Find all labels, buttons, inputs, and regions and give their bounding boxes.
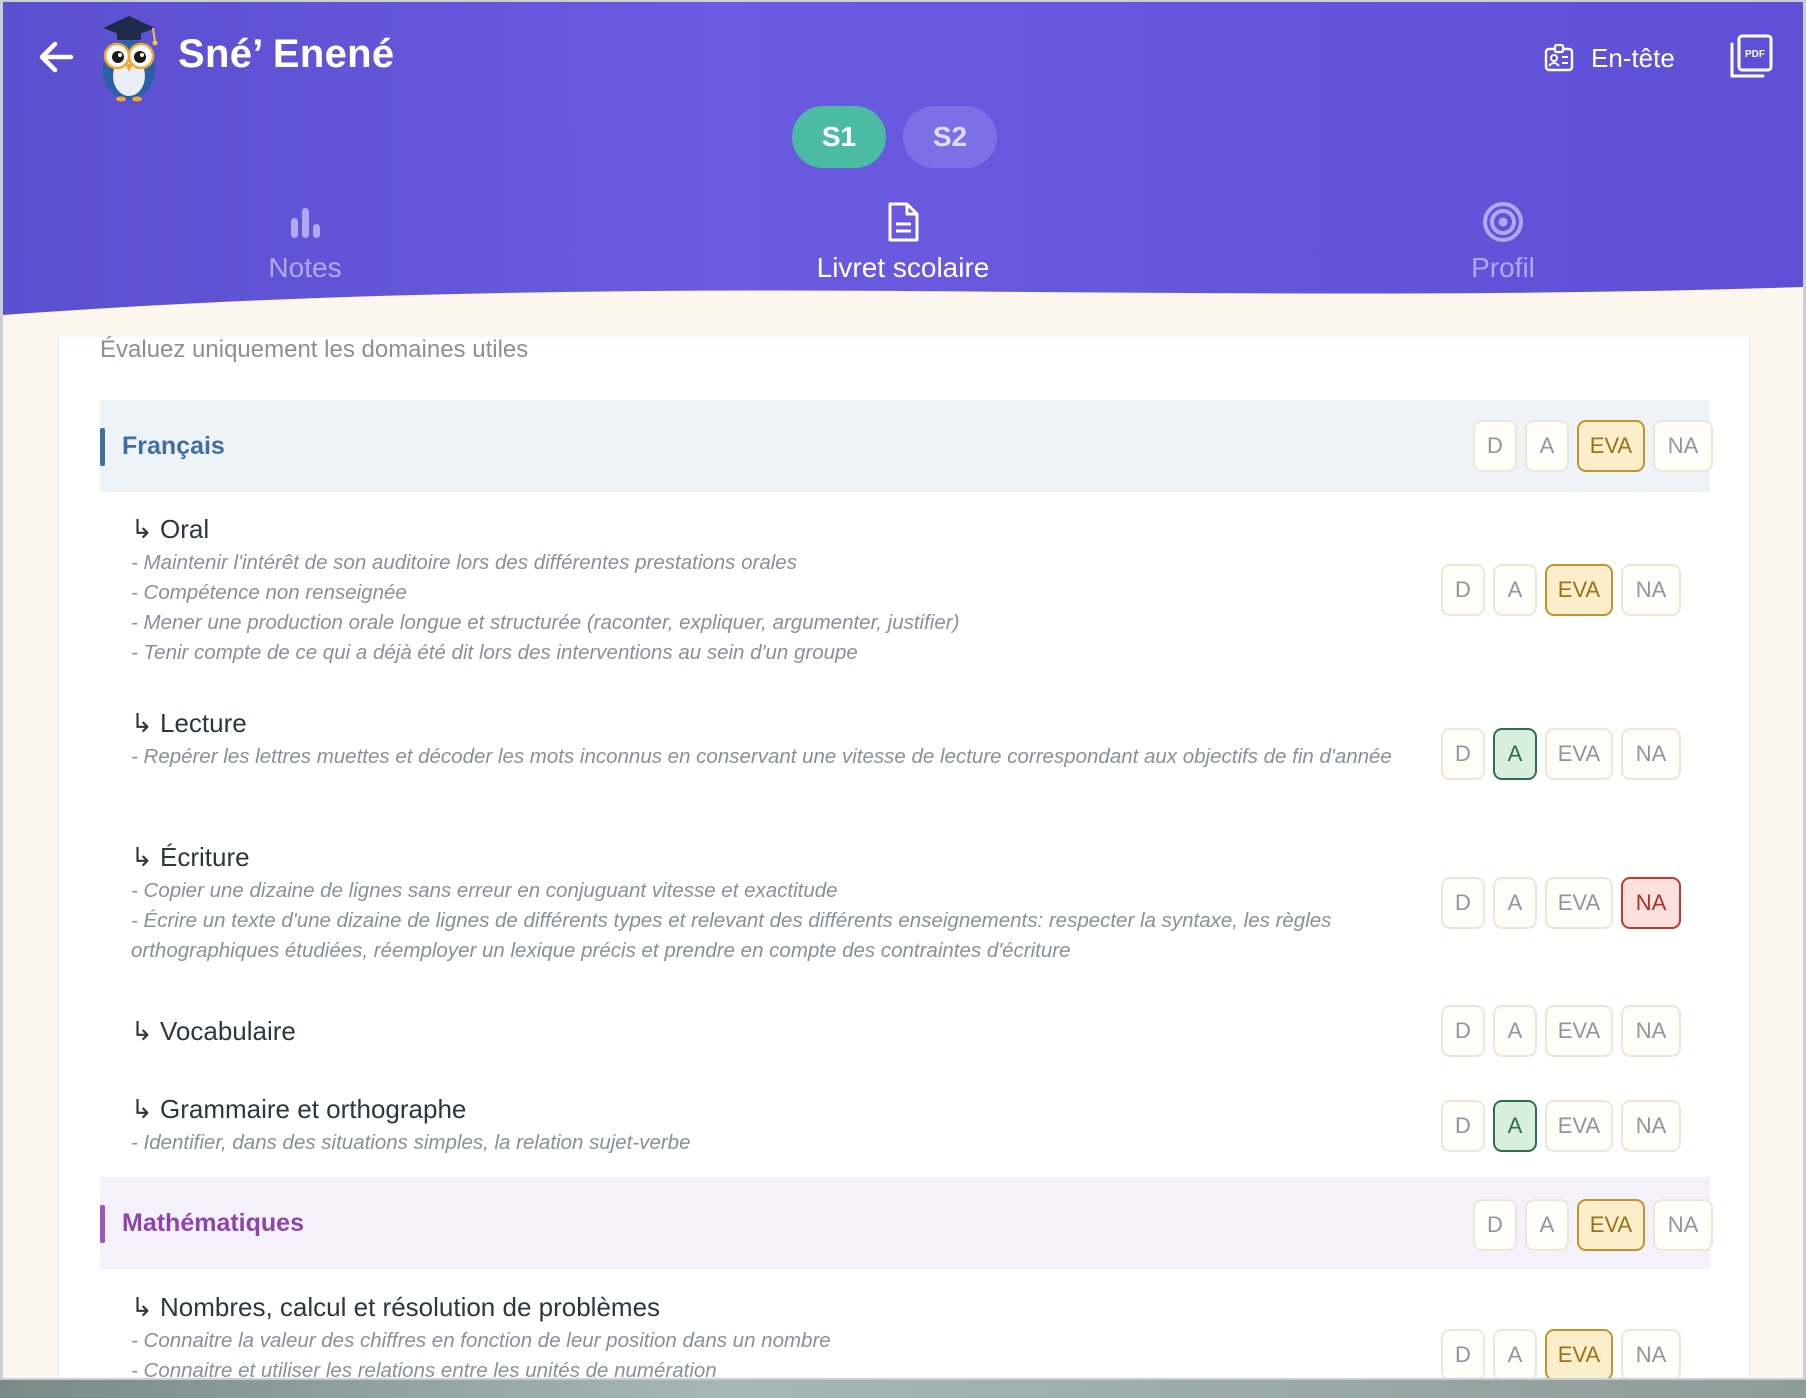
semester-s2-button[interactable]: S2 [903,106,997,168]
grade-eva-button[interactable]: EVA [1545,564,1613,616]
entete-label: En-tête [1591,42,1675,73]
grade-na-button[interactable]: NA [1621,728,1681,780]
competence-line: - Compétence non renseignée [131,581,407,604]
competence-line: - Maintenir l'intérêt de son auditoire l… [131,551,797,574]
domain-accent-bar [100,1205,105,1243]
domain-title-francais: Français [122,432,225,460]
target-icon [1483,202,1523,242]
subdomain-title: ↳ Nombres, calcul et résolution de probl… [131,1292,661,1322]
competence-line: - Connaitre et utiliser les relations en… [131,1359,717,1378]
grade-na-button[interactable]: NA [1653,420,1713,472]
tab-livret-label: Livret scolaire [816,252,990,283]
bar-chart-icon [291,208,320,238]
subdomain-lecture: ↳ Lecture - Repérer les lettres muettes … [131,706,1421,772]
grade-na-button[interactable]: NA [1653,1199,1713,1251]
grade-d-button[interactable]: D [1473,420,1517,472]
id-card-icon [1544,43,1574,72]
grade-eva-button[interactable]: EVA [1545,1005,1613,1057]
subdomain-grammaire: ↳ Grammaire et orthographe - Identifier,… [131,1092,1431,1158]
domain-accent-bar [100,428,105,466]
grade-eva-button[interactable]: EVA [1545,1329,1613,1378]
subdomain-nombres-calcul: ↳ Nombres, calcul et résolution de probl… [131,1290,1431,1378]
pdf-icon[interactable]: PDF [1729,34,1773,80]
subdomain-title: ↳ Oral [131,514,210,544]
grade-na-button[interactable]: NA [1621,1100,1681,1152]
grade-d-button[interactable]: D [1441,564,1485,616]
grade-group-grammaire: D A EVA NA [1441,1100,1681,1152]
svg-text:PDF: PDF [1745,49,1765,60]
tab-livret-scolaire[interactable]: Livret scolaire [723,198,1083,284]
grade-d-button[interactable]: D [1441,877,1485,929]
competence-line: - Écrire un texte d'une dizaine de ligne… [131,909,1332,962]
grade-a-button[interactable]: A [1493,728,1537,780]
grade-group-vocabulaire: D A EVA NA [1441,1005,1681,1057]
grade-d-button[interactable]: D [1441,1329,1485,1378]
tab-notes-label: Notes [268,252,342,283]
grade-eva-button[interactable]: EVA [1545,1100,1613,1152]
semester-s1-button[interactable]: S1 [792,106,886,168]
domain-francais: Français [100,400,1710,492]
owl-avatar [103,16,158,102]
header-wave [3,287,1803,337]
competence-line: - Repérer les lettres muettes et décoder… [131,745,1392,768]
grade-d-button[interactable]: D [1441,1100,1485,1152]
desktop-taskbar-strip [0,1380,1806,1398]
grade-d-button[interactable]: D [1473,1199,1517,1251]
domain-mathematiques: Mathématiques [100,1177,1710,1269]
competence-line: - Copier une dizaine de lignes sans erre… [131,879,838,902]
grade-group-nombres-calcul: D A EVA NA [1441,1329,1681,1378]
grade-group-francais: D A EVA NA [1473,420,1713,472]
grade-na-button[interactable]: NA [1621,564,1681,616]
subdomain-title: ↳ Vocabulaire [131,1016,296,1046]
grade-a-button[interactable]: A [1493,877,1537,929]
tab-notes[interactable]: Notes [125,198,485,284]
domain-title-mathematiques: Mathématiques [122,1209,304,1237]
grade-a-button[interactable]: A [1493,1005,1537,1057]
grade-group-lecture: D A EVA NA [1441,728,1681,780]
subdomain-title: ↳ Écriture [131,842,250,872]
app-window: Sné’ Enené En-tête PDF S1 S2 Notes Livre… [3,2,1803,1378]
grade-a-button[interactable]: A [1493,1329,1537,1378]
back-arrow-icon[interactable] [31,32,81,82]
grade-eva-button[interactable]: EVA [1577,420,1645,472]
grade-d-button[interactable]: D [1441,728,1485,780]
grade-a-button[interactable]: A [1493,1100,1537,1152]
grade-eva-button[interactable]: EVA [1545,728,1613,780]
grade-na-button[interactable]: NA [1621,877,1681,929]
document-icon [888,202,919,242]
hint-text: Évaluez uniquement les domaines utiles [100,336,529,363]
grade-eva-button[interactable]: EVA [1545,877,1613,929]
grade-eva-button[interactable]: EVA [1577,1199,1645,1251]
grade-group-ecriture: D A EVA NA [1441,877,1681,929]
subdomain-ecriture: ↳ Écriture - Copier une dizaine de ligne… [131,840,1431,966]
subdomain-oral: ↳ Oral - Maintenir l'intérêt de son audi… [131,512,1431,668]
competence-line: - Mener une production orale longue et s… [131,611,960,634]
grade-a-button[interactable]: A [1525,420,1569,472]
grade-group-oral: D A EVA NA [1441,564,1681,616]
grade-a-button[interactable]: A [1525,1199,1569,1251]
grade-na-button[interactable]: NA [1621,1329,1681,1378]
entete-button[interactable]: En-tête [1543,38,1675,78]
grade-d-button[interactable]: D [1441,1005,1485,1057]
subdomain-title: ↳ Lecture [131,708,247,738]
subdomain-title: ↳ Grammaire et orthographe [131,1094,467,1124]
competence-line: - Identifier, dans des situations simple… [131,1131,691,1154]
grade-group-mathematiques: D A EVA NA [1473,1199,1713,1251]
subdomain-vocabulaire: ↳ Vocabulaire [131,1014,1431,1048]
student-name: Sné’ Enené [178,32,395,76]
competence-line: - Connaitre la valeur des chiffres en fo… [131,1329,831,1352]
competence-line: - Tenir compte de ce qui a déjà été dit … [131,641,858,664]
tab-profil[interactable]: Profil [1323,198,1683,284]
grade-na-button[interactable]: NA [1621,1005,1681,1057]
grade-a-button[interactable]: A [1493,564,1537,616]
header: Sné’ Enené En-tête PDF S1 S2 Notes Livre… [3,2,1803,322]
tab-profil-label: Profil [1471,252,1535,283]
